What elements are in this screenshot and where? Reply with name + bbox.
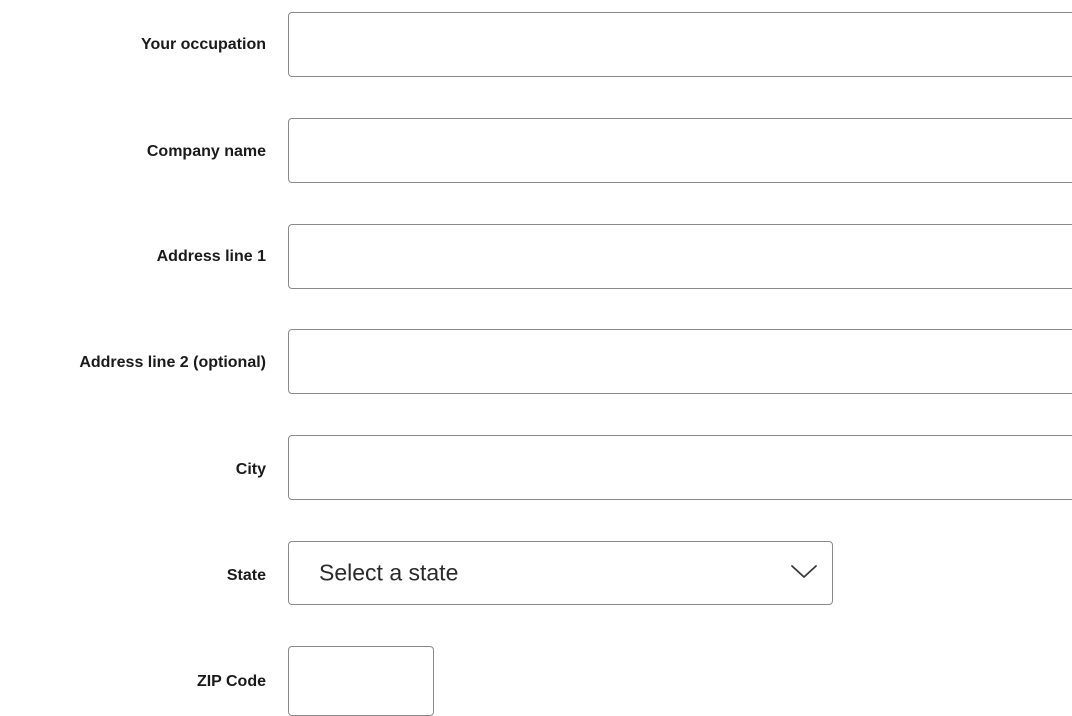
zip-row: ZIP Code — [0, 646, 1072, 716]
company-input[interactable] — [288, 118, 1072, 183]
zip-input[interactable] — [288, 646, 434, 716]
state-select-value: Select a state — [319, 559, 459, 586]
address1-label: Address line 1 — [156, 248, 266, 265]
occupation-label: Your occupation — [140, 36, 266, 53]
zip-label: ZIP Code — [196, 673, 266, 690]
address2-input[interactable] — [288, 329, 1072, 394]
occupation-input[interactable] — [288, 12, 1072, 77]
state-row: State Select a state — [0, 541, 1072, 605]
occupation-row: Your occupation — [0, 12, 1072, 77]
city-label: City — [235, 461, 266, 478]
city-input[interactable] — [288, 435, 1072, 500]
state-label: State — [226, 567, 266, 584]
address2-row: Address line 2 (optional) — [0, 329, 1072, 394]
address2-label: Address line 2 (optional) — [79, 354, 266, 371]
contact-address-form: Your occupation Company name Address lin… — [0, 0, 1072, 716]
address1-row: Address line 1 — [0, 224, 1072, 289]
address1-input[interactable] — [288, 224, 1072, 289]
company-label: Company name — [146, 143, 266, 160]
state-select[interactable]: Select a state — [288, 541, 833, 605]
chevron-down-icon — [790, 564, 818, 580]
company-row: Company name — [0, 118, 1072, 183]
city-row: City — [0, 435, 1072, 500]
